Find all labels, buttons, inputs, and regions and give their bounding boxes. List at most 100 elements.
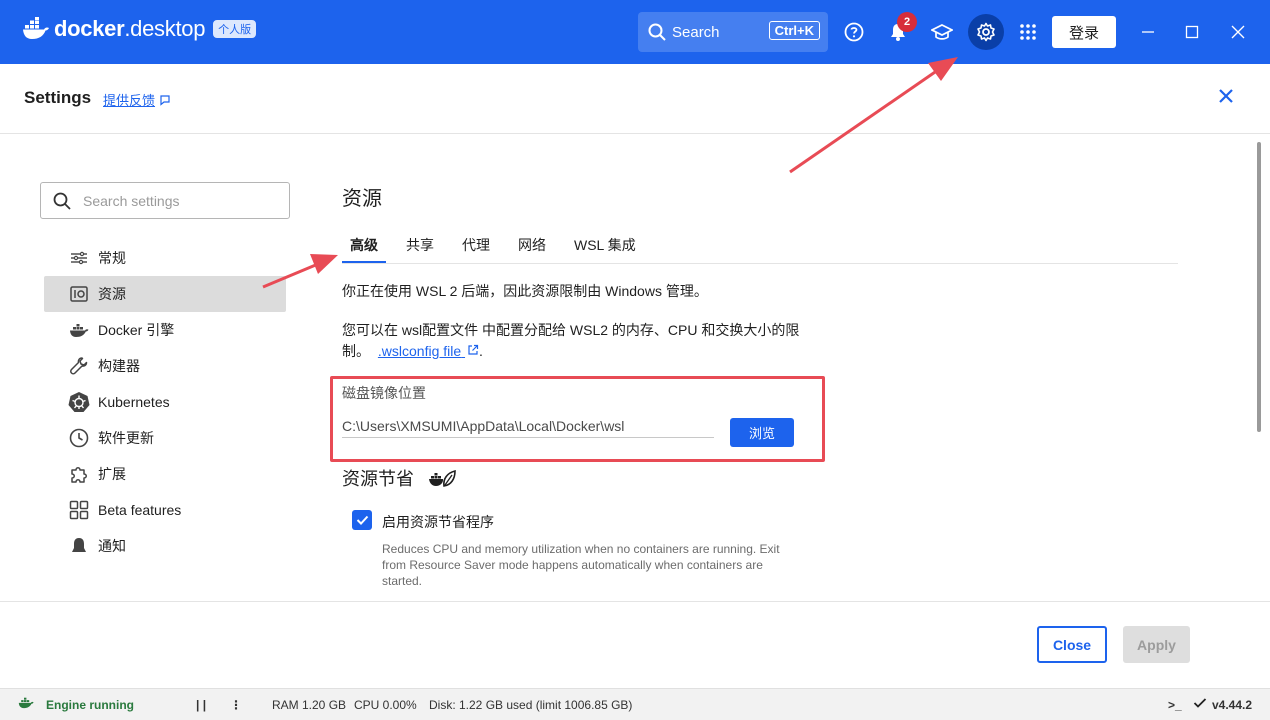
tabs-divider [342, 263, 1178, 264]
help-button[interactable] [838, 16, 870, 48]
settings-search-input[interactable] [83, 192, 263, 209]
tab-wsl-integration[interactable]: WSL 集成 [566, 232, 644, 264]
resources-icon [68, 283, 90, 305]
clock-icon [68, 427, 90, 449]
disk-image-location-label: 磁盘镜像位置 [342, 385, 426, 401]
sidebar-item-label: Beta features [98, 502, 182, 518]
more-options-button[interactable]: ⋮ [230, 698, 242, 712]
brand-bold: docker [54, 16, 125, 41]
checkmark-icon [356, 515, 368, 525]
search-icon [648, 23, 666, 41]
footer-divider [0, 601, 1270, 602]
wsl-config-tail: . [479, 343, 483, 359]
apply-button[interactable]: Apply [1123, 626, 1190, 663]
bell-icon [68, 535, 90, 557]
sidebar-item-docker-engine[interactable]: Docker 引擎 [44, 312, 286, 348]
status-bar: Engine running | | ⋮ RAM 1.20 GB CPU 0.0… [0, 688, 1270, 720]
graduation-cap-icon [931, 24, 953, 40]
sidebar-item-label: Kubernetes [98, 394, 170, 410]
wrench-icon [68, 355, 90, 377]
window-close-button[interactable] [1224, 18, 1252, 46]
docker-whale-icon [23, 17, 49, 39]
disk-usage: Disk: 1.22 GB used (limit 1006.85 GB) [429, 698, 633, 712]
section-title: 资源 [342, 188, 382, 210]
resource-saver-icon [429, 469, 456, 487]
external-link-icon [468, 344, 479, 355]
page-title: Settings [24, 88, 92, 107]
sidebar-item-software-updates[interactable]: 软件更新 [44, 420, 286, 456]
engine-whale-icon [18, 696, 34, 712]
sidebar-item-kubernetes[interactable]: Kubernetes [44, 384, 286, 420]
sidebar-item-label: 通知 [98, 538, 126, 554]
sidebar-item-builders[interactable]: 构建器 [44, 348, 286, 384]
disk-image-path-field[interactable]: C:\Users\XMSUMI\AppData\Local\Docker\wsl [342, 418, 714, 438]
kubernetes-icon [68, 391, 90, 413]
search-shortcut: Ctrl+K [768, 21, 820, 40]
apps-grid-icon [1020, 24, 1036, 40]
engine-status: Engine running [46, 698, 134, 712]
terminal-button[interactable]: >_ [1168, 698, 1182, 712]
brand-light: .desktop [124, 16, 206, 41]
sidebar-item-label: 构建器 [98, 358, 140, 374]
scrollbar-thumb[interactable] [1257, 142, 1261, 432]
close-button[interactable]: Close [1037, 626, 1107, 663]
sliders-icon [68, 247, 90, 269]
resource-saver-heading: 资源节省 [342, 465, 456, 491]
sidebar-item-label: Docker 引擎 [98, 322, 175, 338]
global-search[interactable]: Search Ctrl+K [638, 12, 828, 52]
wsl-config-text: 您可以在 wsl配置文件 中配置分配给 WSL2 的内存、CPU 和交换大小的限… [342, 320, 812, 362]
whale-icon [68, 319, 90, 341]
arrow-to-settings [789, 57, 958, 174]
wslconfig-link-label: .wslconfig file [377, 343, 462, 359]
docker-logo: docker.desktop 个人版 [22, 16, 257, 42]
settings-search[interactable] [40, 182, 290, 219]
sidebar-item-label: 扩展 [98, 466, 126, 482]
gear-icon [977, 22, 995, 42]
tab-file-sharing[interactable]: 共享 [398, 232, 442, 264]
wsl-notice: 你正在使用 WSL 2 后端，因此资源限制由 Windows 管理。 [342, 283, 708, 299]
feedback-icon [160, 94, 170, 106]
minimize-button[interactable] [1134, 18, 1162, 46]
sidebar-item-general[interactable]: 常规 [44, 240, 286, 276]
maximize-button[interactable] [1178, 18, 1206, 46]
sidebar-item-notifications[interactable]: 通知 [44, 528, 286, 564]
close-icon [1231, 25, 1245, 39]
minimize-icon [1142, 31, 1154, 33]
search-label: Search [672, 23, 720, 41]
close-icon [1219, 89, 1233, 103]
update-check-icon [1193, 697, 1207, 712]
tab-proxies[interactable]: 代理 [454, 232, 498, 264]
brand-name: docker.desktop [54, 16, 205, 42]
cpu-usage: CPU 0.00% [354, 698, 417, 712]
sidebar-item-resources[interactable]: 资源 [44, 276, 286, 312]
settings-nav: 常规 资源 Docker 引擎 构建器 Kubernetes 软件更新 扩展 B… [44, 240, 286, 564]
sidebar-item-label: 软件更新 [98, 430, 154, 446]
settings-close-button[interactable] [1214, 84, 1238, 108]
learning-center-button[interactable] [926, 16, 958, 48]
edition-badge: 个人版 [213, 20, 257, 38]
tab-network[interactable]: 网络 [510, 232, 554, 264]
feedback-label: 提供反馈 [103, 93, 156, 108]
login-button[interactable]: 登录 [1052, 16, 1116, 48]
puzzle-icon [68, 463, 90, 485]
ram-usage: RAM 1.20 GB [272, 698, 347, 712]
maximize-icon [1185, 25, 1199, 39]
resource-saver-description: Reduces CPU and memory utilization when … [382, 542, 780, 588]
resource-saver-checkbox-label[interactable]: 启用资源节省程序 [382, 512, 494, 532]
pause-button[interactable]: | | [196, 698, 206, 712]
title-bar: docker.desktop 个人版 Search Ctrl+K 2 登录 [0, 0, 1270, 64]
browse-button[interactable]: 浏览 [730, 418, 794, 447]
sidebar-item-extensions[interactable]: 扩展 [44, 456, 286, 492]
feedback-link[interactable]: 提供反馈 [103, 90, 171, 109]
settings-button[interactable] [968, 14, 1004, 50]
help-icon [844, 22, 864, 42]
resource-saver-checkbox[interactable] [352, 510, 372, 530]
apps-grid-button[interactable] [1012, 16, 1044, 48]
search-icon [53, 192, 71, 210]
sidebar-item-label: 常规 [98, 250, 126, 266]
tab-advanced[interactable]: 高级 [342, 232, 386, 264]
header-divider [0, 133, 1270, 134]
resources-tabs: 高级 共享 代理 网络 WSL 集成 [342, 232, 656, 264]
wslconfig-link[interactable]: .wslconfig file [378, 343, 479, 359]
sidebar-item-beta-features[interactable]: Beta features [44, 492, 286, 528]
